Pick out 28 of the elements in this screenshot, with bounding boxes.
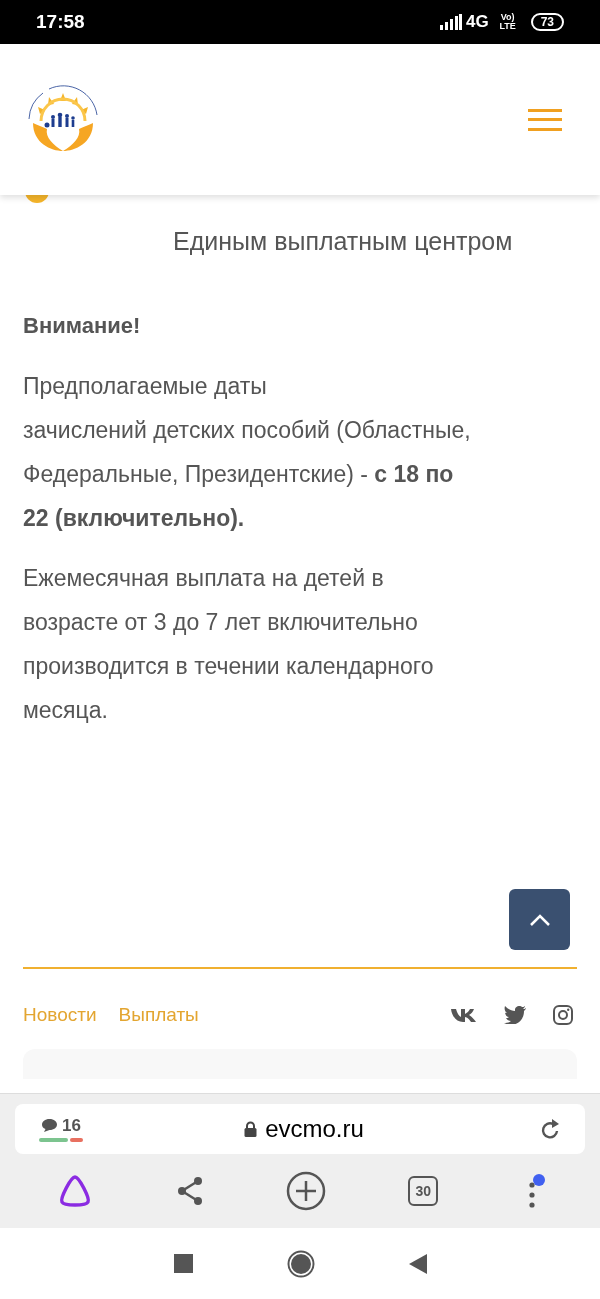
notice-heading: Внимание! (23, 312, 142, 340)
notice-paragraph: Предполагаемые даты зачислений детских пособий (Областные, Федеральные, Президентские) - с 18 по 22 (включительно). (23, 372, 472, 533)
network-type: 4G (465, 11, 489, 34)
vk-icon[interactable] (451, 1007, 477, 1023)
more-icon[interactable] (528, 1182, 535, 1208)
address-bar[interactable]: 16 evcmo.ru (15, 1104, 585, 1154)
home-button[interactable] (286, 1249, 315, 1278)
comment-icon[interactable] (41, 1118, 59, 1133)
rating-bar (39, 1137, 83, 1142)
clock-time: 17:58 (36, 9, 85, 34)
back-button[interactable] (408, 1253, 427, 1274)
lock-icon (244, 1121, 258, 1137)
recents-button[interactable] (173, 1254, 193, 1273)
article-title: Единым выплатным центром (172, 226, 514, 257)
scroll-top-button[interactable] (509, 889, 570, 950)
notice-paragraph: Ежемесячная выплата на детей в возрасте от 3 до 7 лет включительно производится в течении календарного месяца. (23, 564, 435, 725)
tabs-count-button[interactable]: 30 (408, 1176, 439, 1206)
volte-label: Vo) LTE (498, 13, 517, 31)
url-text: evcmo.ru (265, 1114, 364, 1144)
chevron-up-icon (528, 912, 551, 927)
instagram-icon[interactable] (553, 1005, 573, 1025)
new-tab-icon[interactable] (285, 1171, 326, 1211)
bird-icon[interactable] (504, 1006, 526, 1024)
reload-icon[interactable] (541, 1118, 561, 1140)
battery-level: 73 (530, 13, 564, 31)
signal-icon (439, 14, 462, 30)
share-icon[interactable] (175, 1176, 204, 1206)
comment-count: 16 (62, 1116, 81, 1135)
